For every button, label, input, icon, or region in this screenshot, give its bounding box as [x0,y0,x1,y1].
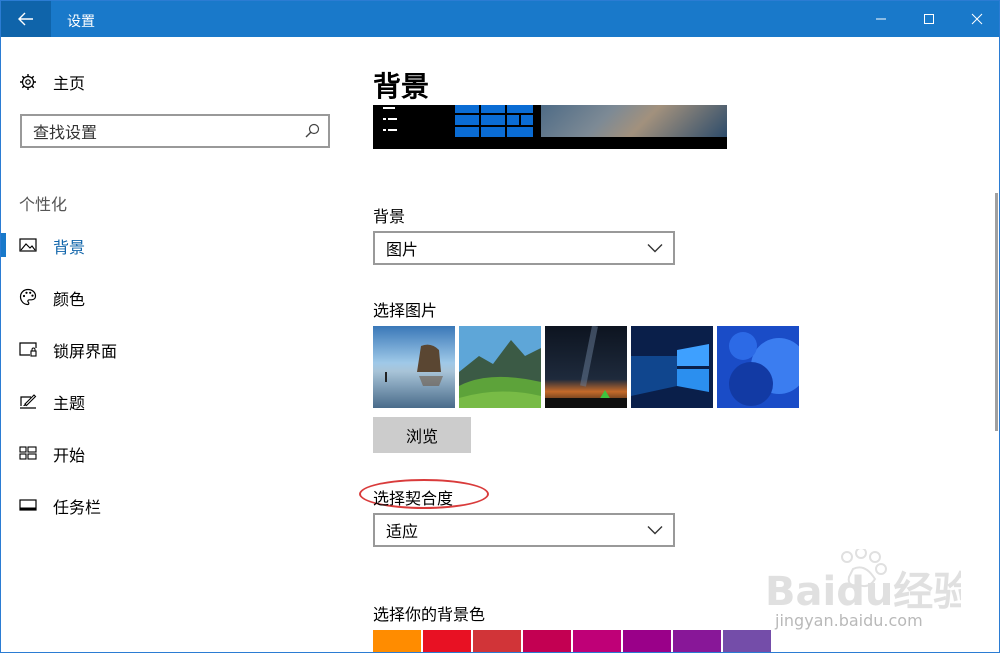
minimize-icon [876,18,886,20]
search-icon[interactable] [304,123,320,139]
chevron-down-icon [647,244,663,253]
watermark-brand: Baidu经验 [765,569,961,615]
sidebar-item-colors[interactable]: 颜色 [1,285,351,309]
back-button[interactable] [1,1,51,37]
maximize-button[interactable] [905,1,953,37]
theme-brush-icon [20,394,37,409]
watermark-url: jingyan.baidu.com [775,611,923,630]
color-swatch[interactable] [723,630,771,652]
background-type-value: 图片 [386,240,419,259]
gear-icon [20,74,36,90]
fit-dropdown[interactable]: 适应 [373,513,675,547]
minimize-button[interactable] [857,1,905,37]
color-swatch[interactable] [473,630,521,652]
sidebar-item-label: 锁屏界面 [53,342,118,361]
palette-icon [19,288,37,306]
home-label: 主页 [53,74,86,93]
sidebar-item-background[interactable]: 背景 [1,233,351,257]
sidebar-item-label: 颜色 [53,290,86,309]
search-placeholder: 查找设置 [33,123,98,142]
sidebar-item-label: 任务栏 [53,498,102,517]
window-title: 设置 [67,14,95,30]
scrollbar-thumb[interactable] [995,193,998,431]
chevron-down-icon [647,526,663,535]
sidebar: 主页 查找设置 个性化 背景 颜色 锁屏界面 主题 开始 任务栏 [1,37,351,652]
search-input[interactable]: 查找设置 [20,114,330,148]
green-mountain-thumbnail[interactable] [459,326,541,408]
page-title: 背景 [373,70,430,103]
start-menu-preview-icon [383,107,397,131]
fit-value: 适应 [386,522,419,541]
start-tiles-preview [455,105,533,137]
active-indicator [1,233,6,257]
night-sky-tent-thumbnail[interactable] [545,326,627,408]
sidebar-home[interactable]: 主页 [19,71,85,93]
blue-abstract-thumbnail[interactable] [717,326,799,408]
color-swatch[interactable] [523,630,571,652]
wallpaper-preview-image [541,105,727,137]
color-swatch[interactable] [423,630,471,652]
sidebar-item-themes[interactable]: 主题 [1,389,351,413]
sidebar-item-lock-screen[interactable]: 锁屏界面 [1,337,351,361]
back-arrow-icon [18,12,33,26]
maximize-icon [924,14,934,24]
beach-rock-thumbnail[interactable] [373,326,455,408]
browse-button[interactable]: 浏览 [373,417,471,453]
windows-logo-thumbnail[interactable] [631,326,713,408]
sidebar-item-taskbar[interactable]: 任务栏 [1,493,351,517]
close-button[interactable] [953,1,999,37]
choose-picture-label: 选择图片 [373,301,438,320]
color-swatch[interactable] [373,630,421,652]
color-swatch[interactable] [623,630,671,652]
background-color-label: 选择你的背景色 [373,605,486,624]
color-swatch[interactable] [573,630,621,652]
color-swatch[interactable] [673,630,721,652]
picture-icon [19,238,37,252]
taskbar-icon [19,499,37,511]
sidebar-item-label: 开始 [53,446,86,465]
settings-window: 设置 主页 查找设置 个性化 背景 颜色 锁屏界面 主题 开始 任务栏 背景 背… [0,0,1000,653]
background-preview [373,105,727,149]
sidebar-item-start[interactable]: 开始 [1,441,351,465]
background-type-dropdown[interactable]: 图片 [373,231,675,265]
start-tiles-icon [19,446,37,460]
sidebar-item-label: 主题 [53,394,86,413]
section-label: 个性化 [19,195,68,214]
close-icon [971,13,983,25]
sidebar-item-label: 背景 [53,238,86,257]
choose-fit-label: 选择契合度 [373,489,454,508]
title-bar: 设置 [1,1,999,37]
lock-screen-icon [19,342,37,357]
background-label: 背景 [373,207,406,226]
